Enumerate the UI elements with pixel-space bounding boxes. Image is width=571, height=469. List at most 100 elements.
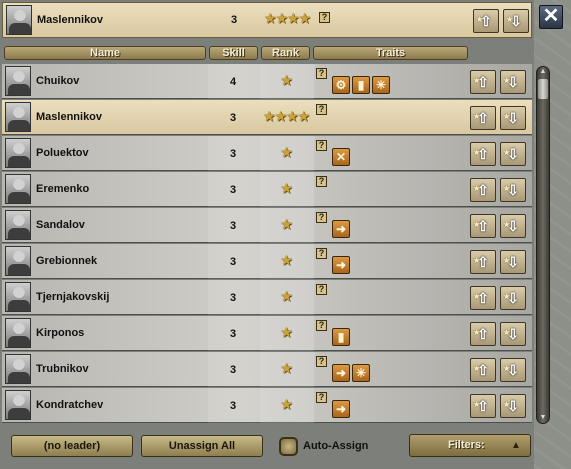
auto-assign-checkbox[interactable]: [279, 437, 298, 456]
arrow-trait-icon[interactable]: ➜: [332, 364, 350, 382]
leader-rank: ★: [280, 180, 293, 196]
leader-skill: 3: [229, 184, 237, 196]
scroll-down-icon[interactable]: ▼: [538, 414, 548, 422]
no-leader-button[interactable]: (no leader): [11, 435, 133, 457]
leader-rank: ★: [280, 396, 293, 412]
header-skill[interactable]: Skill: [209, 46, 258, 60]
leader-row[interactable]: Chuikov 4 ★ ? ★ ⇧ ★ ⇩ ⚙ ▮ ✳: [2, 64, 532, 99]
scroll-thumb[interactable]: [538, 79, 548, 99]
traits-help-icon[interactable]: ?: [316, 356, 327, 367]
snow-trait-icon[interactable]: ✳: [372, 76, 390, 94]
demote-button[interactable]: ★ ⇩: [500, 322, 526, 346]
selected-leader-name: Maslennikov: [37, 14, 104, 26]
leader-portrait: [5, 318, 31, 348]
leader-portrait: [5, 102, 31, 132]
leader-skill: 3: [229, 148, 237, 160]
demote-button[interactable]: ★ ⇩: [500, 70, 526, 94]
demote-button[interactable]: ★ ⇩: [500, 142, 526, 166]
leader-portrait: [5, 174, 31, 204]
auto-assign-label: Auto-Assign: [303, 440, 369, 452]
traits-help-icon[interactable]: ?: [319, 12, 330, 23]
promote-button[interactable]: ★ ⇧: [470, 178, 496, 202]
header-name[interactable]: Name: [4, 46, 206, 60]
promote-button[interactable]: ★ ⇧: [470, 358, 496, 382]
promote-button[interactable]: ★ ⇧: [470, 394, 496, 418]
traits-help-icon[interactable]: ?: [316, 212, 327, 223]
leader-skill: 3: [229, 400, 237, 412]
demote-button[interactable]: ★ ⇩: [500, 178, 526, 202]
close-button[interactable]: ✕: [539, 5, 563, 29]
arrow-trait-icon[interactable]: ➜: [332, 400, 350, 418]
leader-portrait: [5, 66, 31, 96]
demote-button[interactable]: ★ ⇩: [500, 106, 526, 130]
demote-button[interactable]: ★ ⇩: [500, 214, 526, 238]
leader-skill: 3: [229, 328, 237, 340]
leader-row[interactable]: Sandalov 3 ★ ? ★ ⇧ ★ ⇩ ➜: [2, 208, 532, 243]
promote-button[interactable]: ★ ⇧: [470, 214, 496, 238]
demote-button[interactable]: ★ ⇩: [503, 9, 529, 33]
leader-rank: ★: [280, 360, 293, 376]
leader-skill: 3: [229, 220, 237, 232]
traits-help-icon[interactable]: ?: [316, 104, 327, 115]
shield-trait-icon[interactable]: ▮: [352, 76, 370, 94]
header-traits[interactable]: Traits: [313, 46, 468, 60]
header-rank[interactable]: Rank: [261, 46, 310, 60]
leader-row[interactable]: Trubnikov 3 ★ ? ★ ⇧ ★ ⇩ ➜ ✳: [2, 352, 532, 387]
leader-portrait: [6, 5, 32, 35]
promote-button[interactable]: ★ ⇧: [470, 142, 496, 166]
arrow-trait-icon[interactable]: ➜: [332, 256, 350, 274]
leader-row[interactable]: Kondratchev 3 ★ ? ★ ⇧ ★ ⇩ ➜: [2, 388, 532, 423]
traits-help-icon[interactable]: ?: [316, 248, 327, 259]
leader-skill: 3: [229, 292, 237, 304]
arrow-trait-icon[interactable]: ➜: [332, 220, 350, 238]
leader-rank: ★: [280, 72, 293, 88]
demote-button[interactable]: ★ ⇩: [500, 394, 526, 418]
leader-rank: ★: [280, 288, 293, 304]
demote-button[interactable]: ★ ⇩: [500, 358, 526, 382]
leader-rank: ★★★★: [262, 108, 310, 124]
selected-leader-rank: ★★★★: [263, 10, 311, 26]
snow-trait-icon[interactable]: ✳: [352, 364, 370, 382]
leader-list: Chuikov 4 ★ ? ★ ⇧ ★ ⇩ ⚙ ▮ ✳ Maslennikov 3 ★★…: [2, 64, 532, 426]
scroll-up-icon[interactable]: ▲: [538, 68, 548, 76]
leader-name: Kondratchev: [36, 399, 104, 411]
traits-help-icon[interactable]: ?: [316, 392, 327, 403]
shield-trait-icon[interactable]: ▮: [332, 328, 350, 346]
crossed-swords-trait-icon[interactable]: ✕: [332, 148, 350, 166]
leader-skill: 3: [229, 112, 237, 124]
leader-portrait: [5, 138, 31, 168]
traits-help-icon[interactable]: ?: [316, 68, 327, 79]
leader-row[interactable]: Kirponos 3 ★ ? ★ ⇧ ★ ⇩ ▮: [2, 316, 532, 351]
filters-dropdown[interactable]: Filters: ▲: [409, 434, 531, 457]
traits-help-icon[interactable]: ?: [316, 320, 327, 331]
leader-row[interactable]: Maslennikov 3 ★★★★ ? ★ ⇧ ★ ⇩: [2, 100, 532, 135]
traits-help-icon[interactable]: ?: [316, 140, 327, 151]
promote-button[interactable]: ★ ⇧: [470, 106, 496, 130]
list-scrollbar[interactable]: ▲ ▼: [536, 66, 550, 424]
selected-leader-skill: 3: [230, 14, 238, 26]
gear-trait-icon[interactable]: ⚙: [332, 76, 350, 94]
leader-row[interactable]: Grebionnek 3 ★ ? ★ ⇧ ★ ⇩ ➜: [2, 244, 532, 279]
leader-rank: ★: [280, 216, 293, 232]
promote-button[interactable]: ★ ⇧: [470, 250, 496, 274]
traits-help-icon[interactable]: ?: [316, 176, 327, 187]
unassign-all-button[interactable]: Unassign All: [141, 435, 263, 457]
leader-name: Chuikov: [36, 75, 80, 87]
leader-row[interactable]: Eremenko 3 ★ ? ★ ⇧ ★ ⇩: [2, 172, 532, 207]
leader-portrait: [5, 390, 31, 420]
leader-portrait: [5, 210, 31, 240]
demote-button[interactable]: ★ ⇩: [500, 250, 526, 274]
leader-portrait: [5, 354, 31, 384]
promote-button[interactable]: ★ ⇧: [470, 322, 496, 346]
leader-name: Kirponos: [36, 327, 85, 339]
leader-rank: ★: [280, 144, 293, 160]
leader-rank: ★: [280, 324, 293, 340]
traits-help-icon[interactable]: ?: [316, 284, 327, 295]
promote-button[interactable]: ★ ⇧: [470, 286, 496, 310]
promote-button[interactable]: ★ ⇧: [470, 70, 496, 94]
leader-row[interactable]: Poluektov 3 ★ ? ★ ⇧ ★ ⇩ ✕: [2, 136, 532, 171]
promote-button[interactable]: ★ ⇧: [473, 9, 499, 33]
leader-row[interactable]: Tjernjakovskij 3 ★ ? ★ ⇧ ★ ⇩: [2, 280, 532, 315]
leader-name: Poluektov: [36, 147, 89, 159]
demote-button[interactable]: ★ ⇩: [500, 286, 526, 310]
